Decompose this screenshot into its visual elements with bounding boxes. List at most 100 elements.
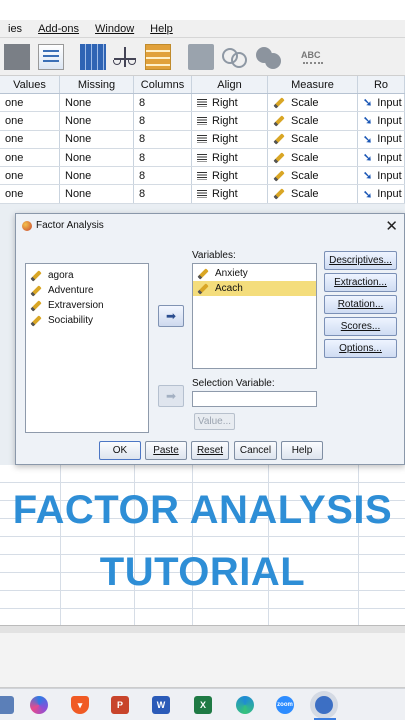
cell-values[interactable]: one: [0, 130, 60, 148]
move-to-variables-button[interactable]: ➡: [158, 305, 184, 327]
cell-columns[interactable]: 8: [134, 167, 192, 185]
cell-columns[interactable]: 8: [134, 148, 192, 167]
toolbar-use-sets-icon[interactable]: [222, 44, 248, 70]
ok-button[interactable]: OK: [99, 441, 141, 460]
word-icon[interactable]: W: [152, 696, 170, 714]
cell-values[interactable]: one: [0, 167, 60, 185]
cell-role[interactable]: ➘ Input: [358, 130, 405, 148]
cell-values[interactable]: one: [0, 94, 60, 112]
table-row[interactable]: one None 8 Right Scale ➘ Input: [0, 167, 405, 186]
brave-icon[interactable]: ▾: [71, 696, 89, 714]
list-item[interactable]: Acach: [193, 281, 316, 296]
powerpoint-icon[interactable]: P: [111, 696, 129, 714]
cell-text: None: [65, 188, 92, 201]
settings-app-icon[interactable]: [0, 696, 14, 714]
column-header-align[interactable]: Align: [192, 76, 268, 93]
column-header-missing[interactable]: Missing: [60, 76, 134, 93]
copilot-icon[interactable]: [30, 696, 48, 714]
toolbar-select-cases-icon[interactable]: [38, 44, 64, 70]
close-icon[interactable]: ✕: [385, 217, 398, 235]
cancel-button[interactable]: Cancel: [234, 441, 277, 460]
help-button[interactable]: Help: [281, 441, 323, 460]
toolbar-split-file-icon[interactable]: [145, 44, 171, 70]
cell-missing[interactable]: None: [60, 167, 134, 185]
table-row[interactable]: one None 8 Right Scale ➘ Input: [0, 148, 405, 168]
cell-role[interactable]: ➘ Input: [358, 167, 405, 185]
edge-icon[interactable]: [236, 696, 254, 714]
excel-icon[interactable]: X: [194, 696, 212, 714]
menu-help[interactable]: Help: [142, 23, 181, 35]
cell-align[interactable]: Right: [192, 112, 268, 130]
taskbar: ▾ P W X zoom: [0, 688, 405, 720]
cell-align[interactable]: Right: [192, 94, 268, 112]
cell-align[interactable]: Right: [192, 185, 268, 203]
toolbar-variable-sets-icon[interactable]: [188, 44, 214, 70]
cell-values[interactable]: one: [0, 185, 60, 203]
zoom-icon[interactable]: zoom: [276, 696, 294, 714]
cell-columns[interactable]: 8: [134, 130, 192, 148]
cell-missing[interactable]: None: [60, 148, 134, 167]
variables-list[interactable]: Anxiety Acach: [192, 263, 317, 369]
dialog-title: Factor Analysis: [36, 220, 104, 231]
extraction-button[interactable]: Extraction...: [324, 273, 397, 292]
cell-align[interactable]: Right: [192, 167, 268, 185]
column-header-columns[interactable]: Columns: [134, 76, 192, 93]
cell-role[interactable]: ➘ Input: [358, 185, 405, 203]
cell-columns[interactable]: 8: [134, 185, 192, 203]
descriptives-button[interactable]: Descriptives...: [324, 251, 397, 270]
column-header-role[interactable]: Ro: [358, 76, 405, 93]
move-to-selection-button[interactable]: ➡: [158, 385, 184, 407]
column-header-values[interactable]: Values: [0, 76, 60, 93]
selection-variable-label: Selection Variable:: [192, 378, 275, 389]
list-item[interactable]: Extraversion: [26, 298, 148, 313]
source-variable-list[interactable]: agora Adventure Extraversion Sociability: [25, 263, 149, 433]
cell-values[interactable]: one: [0, 148, 60, 167]
cell-columns[interactable]: 8: [134, 112, 192, 130]
cell-role[interactable]: ➘ Input: [358, 148, 405, 167]
menu-utilities[interactable]: ies: [0, 23, 30, 35]
cell-measure[interactable]: Scale: [268, 185, 358, 203]
column-header-measure[interactable]: Measure: [268, 76, 358, 93]
list-item[interactable]: Anxiety: [193, 266, 316, 281]
cell-measure[interactable]: Scale: [268, 94, 358, 112]
cell-measure[interactable]: Scale: [268, 167, 358, 185]
cell-align[interactable]: Right: [192, 130, 268, 148]
cell-missing[interactable]: None: [60, 112, 134, 130]
toolbar-window-icon[interactable]: [4, 44, 30, 70]
selection-variable-field[interactable]: [192, 391, 317, 407]
cell-missing[interactable]: None: [60, 185, 134, 203]
menu-window[interactable]: Window: [87, 23, 142, 35]
cell-measure[interactable]: Scale: [268, 112, 358, 130]
cell-role[interactable]: ➘ Input: [358, 112, 405, 130]
browser-icon[interactable]: [315, 696, 333, 714]
toolbar-show-all-icon[interactable]: [256, 44, 282, 70]
list-item[interactable]: Adventure: [26, 283, 148, 298]
toolbar-spell-check-icon[interactable]: ABC: [298, 44, 328, 70]
options-button[interactable]: Options...: [324, 339, 397, 358]
scale-ruler-icon: [273, 115, 285, 127]
rotation-button[interactable]: Rotation...: [324, 295, 397, 314]
table-row[interactable]: one None 8 Right Scale ➘ Input: [0, 94, 405, 113]
cell-columns[interactable]: 8: [134, 94, 192, 112]
table-row[interactable]: one None 8 Right Scale ➘ Input: [0, 130, 405, 149]
cell-values[interactable]: one: [0, 112, 60, 130]
reset-button[interactable]: Reset: [191, 441, 229, 460]
cell-align[interactable]: Right: [192, 148, 268, 167]
value-button[interactable]: Value...: [194, 413, 235, 430]
toolbar-weight-cases-icon[interactable]: [112, 44, 138, 70]
scores-button[interactable]: Scores...: [324, 317, 397, 336]
cell-missing[interactable]: None: [60, 94, 134, 112]
cell-measure[interactable]: Scale: [268, 148, 358, 167]
table-row[interactable]: one None 8 Right Scale ➘ Input: [0, 112, 405, 131]
table-row[interactable]: one None 8 Right Scale ➘ Input: [0, 185, 405, 204]
cell-role[interactable]: ➘ Input: [358, 94, 405, 112]
horizontal-scrollbar[interactable]: [0, 625, 405, 633]
cell-missing[interactable]: None: [60, 130, 134, 148]
list-item[interactable]: agora: [26, 268, 148, 283]
list-item[interactable]: Sociability: [26, 313, 148, 328]
cell-text: Input: [377, 169, 402, 182]
paste-button[interactable]: Paste: [145, 441, 187, 460]
toolbar-data-view-icon[interactable]: [80, 44, 106, 70]
menu-addons[interactable]: Add-ons: [30, 23, 87, 35]
cell-measure[interactable]: Scale: [268, 130, 358, 148]
